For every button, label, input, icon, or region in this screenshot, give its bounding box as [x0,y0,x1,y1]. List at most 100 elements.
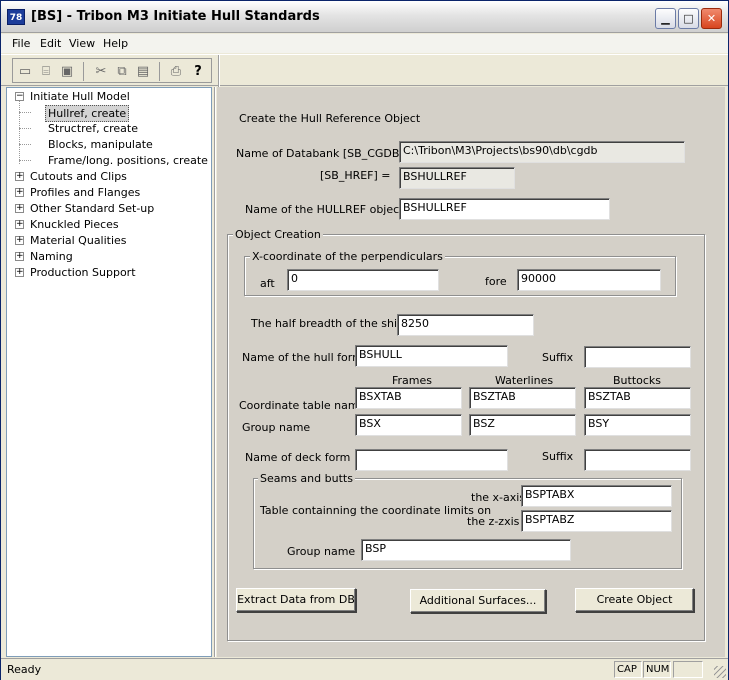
expand-icon[interactable]: + [15,252,24,261]
pane-splitter[interactable] [214,87,216,657]
hullref-name-label: Name of the HULLREF object [245,203,404,216]
href-label: [SB_HREF] = [320,169,391,182]
num-lock-indicator: NUM [643,661,671,678]
open-icon[interactable]: ⌸ [36,61,56,81]
title-bar: 78 [BS] - Tribon M3 Initiate Hull Standa… [1,1,728,33]
minimize-button[interactable]: ▁ [655,8,676,29]
hull-form-input[interactable]: BSHULL [355,345,508,367]
coord-waterlines-input[interactable]: BSZTAB [469,387,576,409]
zaxis-input[interactable]: BSPTABZ [521,510,672,532]
resize-grip-icon[interactable] [714,666,726,678]
coord-buttocks-input[interactable]: BSZTAB [584,387,691,409]
tree-item-label: Blocks, manipulate [48,138,153,151]
status-text: Ready [7,663,42,676]
expand-icon[interactable]: + [15,220,24,229]
tree-item-initiate-hull-model[interactable]: − Initiate Hull Model [13,89,208,104]
group-frames-input[interactable]: BSX [355,414,462,436]
expand-icon[interactable]: + [15,172,24,181]
new-icon[interactable]: ▭ [15,61,35,81]
object-creation-title: Object Creation [233,228,323,241]
toolbar: ▭ ⌸ ▣ ✂ ⧉ ▤ ⎙ ? [1,54,728,87]
deck-form-input[interactable] [355,449,508,471]
toolbar-separator [159,62,160,81]
tree-item-label: Production Support [30,266,136,279]
databank-field: C:\Tribon\M3\Projects\bs90\db\cgdb [399,141,685,163]
hullref-name-input[interactable]: BSHULLREF [399,198,610,220]
xcoord-title: X-coordinate of the perpendiculars [250,250,445,263]
tree-item-label: Structref, create [48,122,138,135]
tree-item-label: Profiles and Flanges [30,186,141,199]
menu-file[interactable]: File [12,37,30,50]
paste-icon[interactable]: ▤ [133,61,153,81]
cut-icon[interactable]: ✂ [91,61,111,81]
menu-edit[interactable]: Edit [40,37,61,50]
expand-icon[interactable]: + [15,204,24,213]
expand-icon[interactable]: + [15,236,24,245]
col-waterlines-header: Waterlines [495,374,554,387]
coordinate-limits-label: Table containning the coordinate limits … [260,504,492,517]
tree-item-other-standard-setup[interactable]: + Other Standard Set-up [13,201,208,216]
tree-item-material-qualities[interactable]: + Material Qualities [13,233,208,248]
group-buttocks-input[interactable]: BSY [584,414,691,436]
menu-help[interactable]: Help [103,37,128,50]
copy-icon[interactable]: ⧉ [112,61,132,81]
tree-connector [19,160,31,161]
navigation-tree: − Initiate Hull Model Hullref, create St… [6,87,212,657]
deck-suffix-label: Suffix [542,450,574,463]
col-buttocks-header: Buttocks [613,374,662,387]
tree-item-profiles-and-flanges[interactable]: + Profiles and Flanges [13,185,208,200]
href-field: BSHULLREF [399,167,515,189]
databank-label: Name of Databank [SB_CGDB] = [236,147,417,160]
expand-icon[interactable]: + [15,188,24,197]
hull-suffix-input[interactable] [584,346,691,368]
tree-item-naming[interactable]: + Naming [13,249,208,264]
tree-item-label: Knuckled Pieces [30,218,119,231]
menu-view[interactable]: View [69,37,95,50]
maximize-button[interactable]: □ [678,8,699,29]
tree-connector [19,101,20,164]
toolbar-divider [218,55,220,87]
toolbar-group: ▭ ⌸ ▣ ✂ ⧉ ▤ ⎙ ? [12,58,212,83]
fore-label: fore [485,275,507,288]
window-title: [BS] - Tribon M3 Initiate Hull Standards [31,9,320,24]
coord-table-label: Coordinate table name [239,399,366,412]
close-button[interactable]: ✕ [701,8,722,29]
help-icon[interactable]: ? [188,61,208,81]
half-breadth-input[interactable]: 8250 [397,314,534,336]
collapse-icon[interactable]: − [15,92,24,101]
seams-group-name-input[interactable]: BSP [361,539,571,561]
seams-butts-title: Seams and butts [258,472,355,485]
tree-item-label: Naming [30,250,73,263]
coord-frames-input[interactable]: BSXTAB [355,387,462,409]
tree-connector [19,144,31,145]
menu-bar: File Edit View Help [1,34,728,53]
print-icon[interactable]: ⎙ [166,61,186,81]
deck-suffix-input[interactable] [584,449,691,471]
aft-label: aft [260,277,275,290]
xaxis-input[interactable]: BSPTABX [521,485,672,507]
group-waterlines-input[interactable]: BSZ [469,414,576,436]
tree-item-label: Initiate Hull Model [30,90,130,103]
tree-connector [19,128,31,129]
tree-item-cutouts-and-clips[interactable]: + Cutouts and Clips [13,169,208,184]
tree-item-label: Frame/long. positions, create [48,154,208,167]
expand-icon[interactable]: + [15,268,24,277]
aft-input[interactable]: 0 [287,269,439,291]
additional-surfaces-button[interactable]: Additional Surfaces... [410,589,546,613]
tree-item-label: Other Standard Set-up [30,202,155,215]
tree-item-knuckled-pieces[interactable]: + Knuckled Pieces [13,217,208,232]
tree-item-label: Material Qualities [30,234,127,247]
group-name-label: Group name [242,421,311,434]
fore-input[interactable]: 90000 [517,269,661,291]
tree-item-production-support[interactable]: + Production Support [13,265,208,280]
main-window: 78 [BS] - Tribon M3 Initiate Hull Standa… [0,0,729,680]
deck-form-label: Name of deck form [245,451,351,464]
scroll-lock-indicator [673,661,703,678]
seams-group-name-label: Group name [287,545,356,558]
create-object-button[interactable]: Create Object [575,588,694,612]
form-heading: Create the Hull Reference Object [239,112,421,125]
extract-data-button[interactable]: Extract Data from DB [236,588,356,612]
save-icon[interactable]: ▣ [57,61,77,81]
tree-item-label: Cutouts and Clips [30,170,127,183]
half-breadth-label: The half breadth of the ship [251,317,405,330]
